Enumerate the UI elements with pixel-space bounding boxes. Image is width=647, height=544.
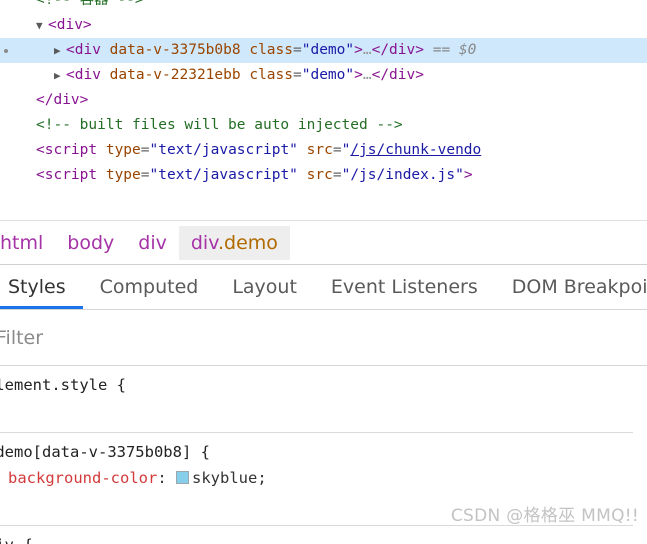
breadcrumb-item-div-demo[interactable]: div.demo	[179, 226, 290, 260]
filter-input[interactable]	[0, 326, 398, 350]
dom-space-3	[424, 42, 433, 58]
breadcrumb-item-html[interactable]: html	[0, 226, 55, 260]
dom-space	[101, 42, 110, 58]
dom-attr-class-value-2: "demo"	[302, 67, 354, 83]
rule-selector-element-style[interactable]: element.style {	[0, 372, 633, 398]
tab-styles[interactable]: Styles	[0, 265, 83, 309]
collapse-triangle-icon-2[interactable]: ▶	[54, 63, 66, 88]
styles-filter-bar[interactable]	[0, 310, 647, 366]
dom-script-type-attr-2: type	[106, 167, 141, 183]
dom-tag-close-bracket-3: >	[464, 167, 473, 183]
breadcrumb-label-div-demo-class: .demo	[218, 232, 278, 254]
dom-tag-open: <div	[66, 42, 101, 58]
dom-equals: =	[293, 42, 302, 58]
breadcrumb-label-body: body	[67, 232, 114, 254]
dom-row-div-demo-selected[interactable]: ▶<div data-v-3375b0b8 class="demo">…</di…	[0, 38, 647, 63]
dom-script-type-attr: type	[106, 142, 141, 158]
dom-space-6	[97, 142, 106, 158]
dom-attr-scope-id-2: data-v-22321ebb	[110, 67, 241, 83]
dom-script-src-attr-2: src	[307, 167, 333, 183]
rule-selector-demo[interactable]: .demo[data-v-3375b0b8] {	[0, 439, 633, 465]
declaration-value[interactable]: skyblue	[192, 469, 257, 487]
dom-row-div-close[interactable]: </div>	[0, 88, 647, 113]
rule-div[interactable]: div {	[0, 526, 633, 544]
breadcrumb-item-body[interactable]: body	[55, 226, 126, 260]
dom-script-src-attr: src	[307, 142, 333, 158]
tab-styles-label: Styles	[8, 276, 66, 298]
tab-event-listeners-label: Event Listeners	[331, 276, 478, 298]
dom-tag-closing: </div>	[372, 42, 424, 58]
rule-element-style[interactable]: element.style { }	[0, 366, 633, 433]
console-reference-label: == $0	[433, 42, 477, 58]
dom-row-div-open[interactable]: ▼<div>	[0, 13, 647, 38]
dom-space-8	[97, 167, 106, 183]
rule-selector-text-1: .demo[data-v-3375b0b8] {	[0, 443, 210, 461]
dom-equals-5: =	[141, 167, 150, 183]
dom-script-tag-open-2: <script	[0, 167, 97, 183]
dom-tag-div-open: <div>	[48, 17, 92, 33]
dom-script-type-value-2: "text/javascript"	[150, 167, 298, 183]
tab-computed[interactable]: Computed	[83, 265, 216, 309]
dom-tag-close-bracket-2: >	[354, 67, 363, 83]
dom-equals-3: =	[141, 142, 150, 158]
dom-children-ellipsis[interactable]: …	[363, 42, 372, 58]
dom-quote-close-2: "	[455, 167, 464, 183]
dom-row-comment-built-files[interactable]: <!-- built files will be auto injected -…	[0, 113, 647, 138]
dom-space-9	[298, 167, 307, 183]
dom-script-type-value: "text/javascript"	[150, 142, 298, 158]
dom-children-ellipsis-2[interactable]: …	[363, 67, 372, 83]
dom-tree-panel[interactable]: <!-- 容器 --> ▼<div> ▶<div data-v-3375b0b8…	[0, 0, 647, 220]
dom-script-tag-open: <script	[0, 142, 97, 158]
dom-tag-closing-2: </div>	[372, 67, 424, 83]
dom-row-div-demo-second[interactable]: ▶<div data-v-22321ebb class="demo">…</di…	[0, 63, 647, 88]
dom-tag-div-close: </div>	[0, 92, 88, 108]
styles-sidebar-tabbar[interactable]: Styles Computed Layout Event Listeners D…	[0, 265, 647, 310]
dom-equals-2: =	[293, 67, 302, 83]
rule-selector-div[interactable]: div {	[0, 532, 633, 544]
collapse-triangle-icon[interactable]: ▶	[54, 38, 66, 63]
tab-layout-label: Layout	[232, 276, 297, 298]
dom-space-7	[298, 142, 307, 158]
color-swatch-icon[interactable]	[176, 471, 189, 484]
breadcrumb-item-div[interactable]: div	[126, 226, 179, 260]
dom-quote-open-2: "	[342, 167, 351, 183]
declaration-space	[167, 469, 176, 487]
tab-event-listeners[interactable]: Event Listeners	[314, 265, 495, 309]
declaration-background-color[interactable]: background-color: skyblue;	[0, 465, 633, 491]
dom-row-comment-container[interactable]: <!-- 容器 -->	[0, 0, 647, 13]
tab-layout[interactable]: Layout	[215, 265, 314, 309]
dom-tag-open-2: <div	[66, 67, 101, 83]
declaration-property-name[interactable]: background-color	[8, 469, 157, 487]
dom-equals-6: =	[333, 167, 342, 183]
dom-space-4	[101, 67, 110, 83]
breadcrumb-label-html: html	[0, 232, 43, 254]
dom-row-script-vendors[interactable]: <script type="text/javascript" src="/js/…	[0, 138, 647, 163]
csdn-watermark: CSDN @格格巫 MMQ!!	[451, 501, 639, 526]
declaration-separator: :	[157, 469, 166, 487]
breadcrumb[interactable]: html body div div.demo	[0, 220, 647, 265]
dom-attr-class-name: class	[249, 42, 293, 58]
declaration-terminator: ;	[257, 469, 266, 487]
tab-dom-breakpoints-label: DOM Breakpoints	[512, 276, 647, 298]
breadcrumb-label-div: div	[138, 232, 167, 254]
tab-computed-label: Computed	[100, 276, 199, 298]
dom-comment-built-files: <!-- built files will be auto injected -…	[0, 117, 403, 133]
dom-attr-scope-id: data-v-3375b0b8	[110, 42, 241, 58]
rule-closing-brace-0: }	[0, 398, 633, 424]
expand-triangle-icon[interactable]: ▼	[36, 13, 48, 38]
dom-attr-class-value: "demo"	[302, 42, 354, 58]
dom-row-script-index[interactable]: <script type="text/javascript" src="/js/…	[0, 163, 647, 188]
dom-tag-close-bracket: >	[354, 42, 363, 58]
selection-marker-dot	[4, 49, 8, 53]
dom-script-src-value-2[interactable]: /js/index.js	[350, 167, 455, 183]
dom-equals-4: =	[333, 142, 342, 158]
tab-dom-breakpoints[interactable]: DOM Breakpoints	[495, 265, 647, 309]
breadcrumb-label-div-demo: div	[191, 232, 218, 254]
dom-comment-text: <!-- 容器 -->	[0, 0, 144, 8]
dom-script-src-link[interactable]: /js/chunk-vendo	[350, 142, 481, 158]
dom-quote-open: "	[342, 142, 351, 158]
rule-selector-text-2: div {	[0, 536, 33, 544]
rule-selector-text-0: element.style {	[0, 376, 126, 394]
dom-attr-class-name-2: class	[249, 67, 293, 83]
